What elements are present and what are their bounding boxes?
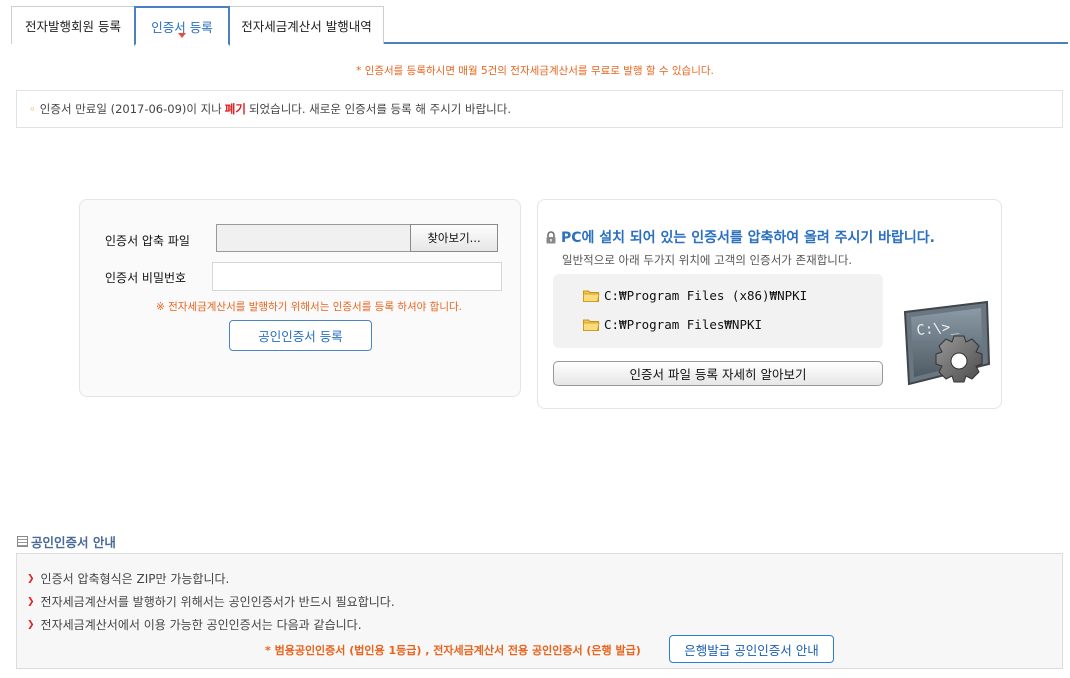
- certificate-form: 인증서 압축 파일 찾아보기... 인증서 비밀번호 ※ 전자세금계산서를 발행…: [79, 199, 521, 397]
- form-note: ※ 전자세금계산서를 발행하기 위해서는 인증서를 등록 하셔야 합니다.: [156, 301, 462, 313]
- document-icon: [17, 536, 28, 547]
- bullet-icon: ◦: [29, 102, 36, 116]
- info-subtitle: 일반적으로 아래 두가지 위치에 고객의 인증서가 존재합니다.: [562, 253, 853, 267]
- path-text: C:₩Program Files (x86)₩NPKI: [604, 288, 808, 303]
- tab-issue-history[interactable]: 전자세금계산서 발행내역: [229, 6, 384, 44]
- arrow-icon: ❯: [27, 619, 35, 630]
- expired-text-after: 되었습니다. 새로운 인증서를 등록 해 주시기 바랍니다.: [248, 102, 511, 116]
- active-caret-icon: [178, 33, 186, 38]
- arrow-icon: ❯: [27, 573, 35, 584]
- path-text: C:₩Program Files₩NPKI: [604, 317, 763, 332]
- tab-label: 전자발행회원 등록: [25, 19, 121, 34]
- expired-highlight: 폐기: [224, 102, 246, 116]
- promo-notice: * 인증서를 등록하시면 매월 5건의 전자세금계산서를 무료로 발행 할 수 …: [356, 65, 714, 77]
- tab-bar: 전자발행회원 등록 전자세금계산서 발행내역 인증서 등록: [11, 6, 1068, 46]
- expired-text-before: 인증서 만료일 (2017-06-09)이 지나: [39, 102, 222, 116]
- file-label: 인증서 압축 파일: [105, 234, 190, 248]
- folder-icon: [583, 319, 600, 331]
- guide-box: ❯ 인증서 압축형식은 ZIP만 가능합니다. ❯ 전자세금계산서를 발행하기 …: [16, 553, 1063, 669]
- expired-notice: ◦ 인증서 만료일 (2017-06-09)이 지나 폐기 되었습니다. 새로운…: [16, 90, 1063, 128]
- bank-certificate-guide-button[interactable]: 은행발급 공인인증서 안내: [669, 635, 834, 663]
- guide-item-text: 인증서 압축형식은 ZIP만 가능합니다.: [40, 572, 230, 586]
- guide-note: * 범용공인인증서 (법인용 1등급) , 전자세금계산서 전용 공인인증서 (…: [265, 644, 641, 657]
- register-certificate-button[interactable]: 공인인증서 등록: [229, 320, 372, 351]
- tab-member-register[interactable]: 전자발행회원 등록: [11, 6, 135, 44]
- guide-heading: 공인인증서 안내: [17, 532, 116, 551]
- tab-label: 전자세금계산서 발행내역: [241, 19, 372, 34]
- browse-button[interactable]: 찾아보기...: [410, 224, 498, 252]
- info-title: PC에 설치 되어 있는 인증서를 압축하여 올려 주시기 바랍니다.: [545, 227, 935, 247]
- path-list: C:₩Program Files (x86)₩NPKI C:₩Program F…: [553, 274, 883, 348]
- password-label: 인증서 비밀번호: [105, 271, 187, 285]
- learn-more-button[interactable]: 인증서 파일 등록 자세히 알아보기: [553, 361, 883, 386]
- password-input[interactable]: [212, 262, 502, 291]
- command-prompt-gear-icon: C:\>_: [903, 300, 991, 386]
- guide-item-text: 전자세금계산서를 발행하기 위해서는 공인인증서가 반드시 필요합니다.: [40, 595, 395, 609]
- tab-certificate-register[interactable]: 인증서 등록: [134, 6, 230, 46]
- info-title-text: PC에 설치 되어 있는 인증서를 압축하여 올려 주시기 바랍니다.: [561, 230, 935, 246]
- folder-icon: [583, 290, 600, 302]
- file-path-input[interactable]: [216, 224, 411, 252]
- guide-item: ❯ 전자세금계산서를 발행하기 위해서는 공인인증서가 반드시 필요합니다.: [27, 593, 395, 610]
- certificate-location-info: PC에 설치 되어 있는 인증서를 압축하여 올려 주시기 바랍니다. 일반적으…: [537, 199, 1002, 409]
- lock-icon: [546, 230, 556, 243]
- guide-item: ❯ 전자세금계산서에서 이용 가능한 공인인증서는 다음과 같습니다.: [27, 616, 362, 633]
- guide-item-text: 전자세금계산서에서 이용 가능한 공인인증서는 다음과 같습니다.: [40, 618, 362, 632]
- path-item: C:₩Program Files (x86)₩NPKI: [583, 288, 807, 303]
- guide-heading-text: 공인인증서 안내: [31, 535, 116, 550]
- arrow-icon: ❯: [27, 596, 35, 607]
- guide-item: ❯ 인증서 압축형식은 ZIP만 가능합니다.: [27, 570, 229, 587]
- path-item: C:₩Program Files₩NPKI: [583, 317, 762, 332]
